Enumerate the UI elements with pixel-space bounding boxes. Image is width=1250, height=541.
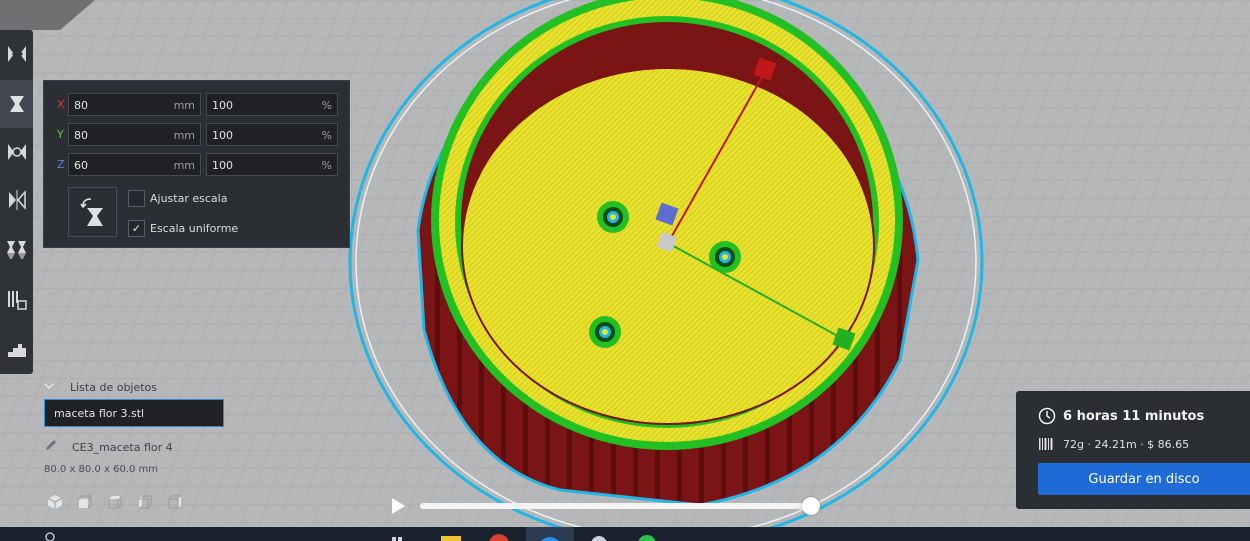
rotate-icon: [7, 144, 26, 160]
windows-taskbar: [0, 527, 1250, 541]
object-name: CE3_maceta flor 4: [72, 440, 173, 454]
clock-icon: [1038, 407, 1056, 425]
taskbar-whatsapp-icon[interactable]: [636, 527, 658, 541]
y-mm-value: 80: [74, 129, 88, 142]
axis-label-y: Y: [57, 128, 64, 141]
check-icon: ✓: [131, 221, 142, 235]
tool-sidebar: [0, 30, 33, 374]
right-view-icon: [168, 495, 181, 509]
layer-path-slider[interactable]: [420, 503, 812, 509]
x-mm-unit: mm: [173, 99, 195, 112]
layer-view-icon: [7, 344, 26, 357]
snap-scaling-label: Ajustar escala: [150, 191, 228, 205]
z-mm-unit: mm: [173, 159, 195, 172]
left-view-icon: [139, 495, 152, 509]
taskbar-chrome-icon[interactable]: [488, 527, 510, 541]
object-list-item[interactable]: maceta flor 3.stl: [44, 399, 224, 427]
play-layers-button[interactable]: [388, 496, 408, 516]
uniform-scaling-label: Escala uniforme: [150, 221, 239, 235]
scale-icon: [9, 96, 24, 112]
taskbar-app-icon[interactable]: [588, 527, 610, 541]
move-icon: [7, 46, 26, 62]
object-list-header: Lista de objetos: [70, 380, 158, 394]
pencil-icon: [44, 438, 62, 456]
tool-layer-view[interactable]: [0, 324, 33, 372]
tool-rotate[interactable]: [0, 128, 33, 176]
y-mm-field[interactable]: 80 mm: [68, 123, 201, 146]
snap-scaling-checkbox[interactable]: [128, 189, 145, 207]
view-left-button[interactable]: [136, 493, 154, 511]
taskbar-task-view-icon[interactable]: [388, 527, 408, 541]
z-mm-field[interactable]: 60 mm: [68, 153, 201, 176]
x-percent-value: 100: [212, 99, 233, 112]
uniform-scaling-checkbox[interactable]: ✓: [128, 219, 145, 237]
y-mm-unit: mm: [173, 129, 195, 142]
axis-label-x: X: [57, 98, 65, 111]
view-front-button[interactable]: [76, 493, 94, 511]
taskbar-file-explorer-icon[interactable]: [440, 527, 462, 541]
x-mm-value: 80: [74, 99, 88, 112]
x-percent-unit: %: [321, 99, 332, 112]
drain-hole-3: [589, 316, 621, 348]
axis-label-z: Z: [57, 158, 65, 171]
chevron-down-icon: [44, 382, 54, 393]
print-info-panel: 6 horas 11 minutos 72g · 24.21m · $ 86.6…: [1016, 391, 1250, 509]
tool-move[interactable]: [0, 30, 33, 78]
scale-tool-panel: X 80 mm 100 % Y 80 mm 100 % Z 60 mm 100 …: [43, 80, 350, 248]
view-right-button[interactable]: [166, 493, 184, 511]
tool-mirror[interactable]: [0, 176, 33, 224]
view-top-button[interactable]: [106, 493, 124, 511]
view-orientation-buttons: [46, 493, 184, 511]
z-percent-value: 100: [212, 159, 233, 172]
object-list-toggle[interactable]: Lista de objetos: [44, 379, 157, 395]
spool-icon: [1039, 438, 1053, 450]
taskbar-search-icon[interactable]: [44, 527, 64, 541]
support-blocker-icon: [7, 291, 27, 310]
tool-support-blocker[interactable]: [0, 276, 33, 324]
per-model-settings-icon: [6, 241, 26, 259]
print-time-row: 6 horas 11 minutos: [1038, 407, 1204, 425]
drain-hole-1: [597, 201, 629, 233]
z-percent-field[interactable]: 100 %: [206, 153, 338, 176]
object-dimensions: 80.0 x 80.0 x 60.0 mm: [44, 464, 159, 475]
tool-scale[interactable]: [0, 80, 33, 128]
uniform-scaling-option[interactable]: ✓ Escala uniforme: [128, 219, 238, 237]
z-mm-value: 60: [74, 159, 88, 172]
tool-per-model-settings[interactable]: [0, 226, 33, 274]
front-view-icon: [78, 495, 92, 509]
y-percent-unit: %: [321, 129, 332, 142]
mirror-icon: [8, 190, 26, 210]
reset-scale-icon: [79, 198, 103, 226]
material-row: 72g · 24.21m · $ 86.65: [1038, 436, 1189, 452]
y-percent-value: 100: [212, 129, 233, 142]
taskbar-cura-icon[interactable]: [526, 527, 574, 541]
save-to-disk-button[interactable]: Guardar en disco: [1038, 463, 1250, 495]
x-mm-field[interactable]: 80 mm: [68, 93, 201, 116]
material-estimate: 72g · 24.21m · $ 86.65: [1063, 437, 1190, 451]
lay-flat-button[interactable]: [68, 187, 117, 237]
layer-path-slider-handle[interactable]: [802, 497, 820, 515]
y-percent-field[interactable]: 100 %: [206, 123, 338, 146]
print-time: 6 horas 11 minutos: [1063, 408, 1205, 424]
snap-scaling-option[interactable]: Ajustar escala: [128, 189, 227, 207]
3d-view-icon: [47, 495, 63, 509]
x-percent-field[interactable]: 100 %: [206, 93, 338, 116]
z-percent-unit: %: [321, 159, 332, 172]
top-view-icon: [108, 496, 122, 509]
object-name-row[interactable]: CE3_maceta flor 4: [44, 439, 173, 455]
view-3d-button[interactable]: [46, 493, 64, 511]
play-icon: [392, 498, 405, 514]
